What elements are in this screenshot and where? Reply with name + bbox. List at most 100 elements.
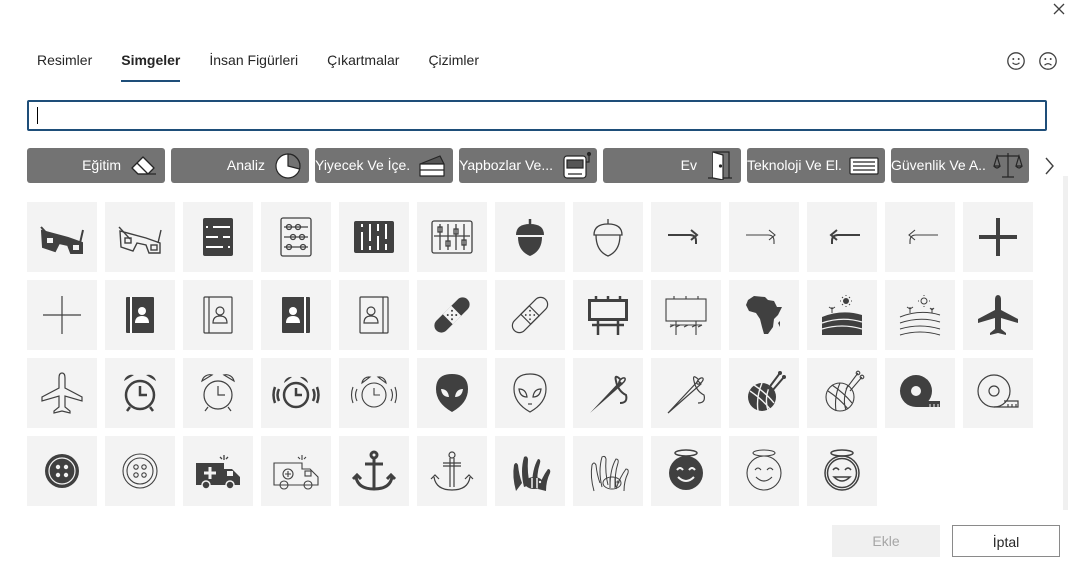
scrollbar-track[interactable] — [1063, 176, 1068, 510]
icon-tile[interactable] — [651, 202, 721, 272]
icon-tile[interactable] — [105, 436, 175, 506]
icon-tile[interactable] — [963, 358, 1033, 428]
icon-tile[interactable] — [963, 280, 1033, 350]
icon-tile[interactable] — [27, 358, 97, 428]
icon-tile[interactable] — [183, 436, 253, 506]
icon-tile[interactable] — [417, 436, 487, 506]
insert-button[interactable]: Ekle — [832, 525, 940, 557]
icon-tile[interactable] — [885, 202, 955, 272]
icon-tile[interactable] — [261, 436, 331, 506]
icon-tile[interactable] — [573, 202, 643, 272]
icon-tile[interactable] — [105, 202, 175, 272]
category-analysis[interactable]: Analiz — [171, 148, 309, 183]
cake-icon — [419, 155, 445, 177]
tab-icons[interactable]: Simgeler — [121, 50, 181, 82]
cancel-button[interactable]: İptal — [952, 525, 1060, 557]
frown-icon — [1039, 52, 1057, 70]
category-food-drink[interactable]: Yiyecek Ve İçe... — [315, 148, 453, 183]
icon-tile[interactable] — [651, 280, 721, 350]
next-categories-button[interactable] — [1041, 155, 1057, 177]
icon-tile[interactable] — [105, 280, 175, 350]
abacus-outline-icon — [280, 217, 312, 257]
alarm-ringing-outline-icon — [350, 376, 398, 408]
icon-tile[interactable] — [807, 202, 877, 272]
icon-tile[interactable] — [339, 436, 409, 506]
anemone-fish-icon — [513, 456, 551, 491]
yarn-ball-outline-icon — [825, 370, 865, 412]
icon-tile[interactable] — [729, 280, 799, 350]
icon-tile[interactable] — [651, 358, 721, 428]
search-box[interactable] — [27, 100, 1047, 131]
icon-tile[interactable] — [963, 202, 1033, 272]
airplane-icon — [978, 295, 1018, 335]
ambulance-icon — [196, 455, 240, 490]
address-book-alt-outline-icon — [359, 296, 389, 334]
search-input[interactable] — [29, 102, 1045, 129]
icon-tile[interactable] — [573, 280, 643, 350]
icon-tile[interactable] — [27, 202, 97, 272]
icon-tile[interactable] — [417, 202, 487, 272]
category-label: Güvenlik Ve A... — [891, 157, 985, 173]
category-puzzles-games[interactable]: Yapbozlar Ve... — [459, 148, 597, 183]
alarm-clock-icon — [124, 374, 156, 412]
icon-tile[interactable] — [495, 358, 565, 428]
icon-tile[interactable] — [885, 280, 955, 350]
address-book-alt-icon — [282, 297, 310, 333]
icon-tile[interactable] — [261, 280, 331, 350]
icon-tile[interactable] — [495, 280, 565, 350]
icon-tile[interactable] — [183, 280, 253, 350]
category-home[interactable]: Ev — [603, 148, 741, 183]
icon-tile[interactable] — [339, 202, 409, 272]
icon-tile[interactable] — [183, 202, 253, 272]
bandage-icon — [434, 297, 470, 333]
icon-tile[interactable] — [807, 280, 877, 350]
icon-tile[interactable] — [261, 202, 331, 272]
icon-tile[interactable] — [495, 436, 565, 506]
category-label: Yapbozlar Ve... — [459, 157, 553, 173]
icon-tile[interactable] — [885, 358, 955, 428]
tab-people[interactable]: İnsan Figürleri — [209, 50, 298, 72]
icon-tile[interactable] — [495, 202, 565, 272]
angel-face-outline-icon — [746, 449, 782, 491]
frown-feedback-button[interactable] — [1038, 51, 1058, 71]
tab-drawings[interactable]: Çizimler — [428, 50, 479, 72]
icon-tile[interactable] — [729, 202, 799, 272]
needle-icon — [590, 375, 628, 413]
category-education[interactable]: Eğitim — [27, 148, 165, 183]
category-label: Eğitim — [82, 157, 121, 173]
acorn-outline-icon — [593, 219, 623, 257]
tab-images[interactable]: Resimler — [37, 50, 92, 72]
acorn-icon — [516, 219, 544, 256]
abacus-wide-icon — [354, 221, 394, 253]
icon-tile[interactable] — [417, 358, 487, 428]
icon-tile[interactable] — [339, 280, 409, 350]
icon-tile[interactable] — [339, 358, 409, 428]
plus-outline-icon — [43, 296, 81, 334]
keyboard-icon — [849, 157, 879, 175]
icon-tile[interactable] — [27, 436, 97, 506]
icon-tile[interactable] — [651, 436, 721, 506]
icon-tile[interactable] — [417, 280, 487, 350]
icon-tile[interactable] — [807, 436, 877, 506]
smile-feedback-button[interactable] — [1006, 51, 1026, 71]
icon-tile[interactable] — [105, 358, 175, 428]
turn-left-arrow-outline-icon — [908, 229, 938, 244]
needle-outline-icon — [667, 376, 705, 414]
icon-tile[interactable] — [27, 280, 97, 350]
billboard-icon — [588, 296, 628, 335]
icon-tile[interactable] — [729, 358, 799, 428]
icon-tile[interactable] — [573, 358, 643, 428]
farm-field-outline-icon — [899, 295, 941, 336]
icon-tile[interactable] — [573, 436, 643, 506]
close-button[interactable] — [1048, 0, 1068, 18]
icon-tile[interactable] — [261, 358, 331, 428]
turn-left-arrow-icon — [829, 229, 860, 244]
category-technology[interactable]: Teknoloji Ve El... — [747, 148, 885, 183]
icon-tile[interactable] — [183, 358, 253, 428]
tab-stickers[interactable]: Çıkartmalar — [327, 50, 399, 72]
category-security[interactable]: Güvenlik Ve A... — [891, 148, 1029, 183]
yarn-ball-icon — [748, 371, 786, 412]
icon-tile[interactable] — [729, 436, 799, 506]
plus-icon — [979, 218, 1017, 256]
icon-tile[interactable] — [807, 358, 877, 428]
